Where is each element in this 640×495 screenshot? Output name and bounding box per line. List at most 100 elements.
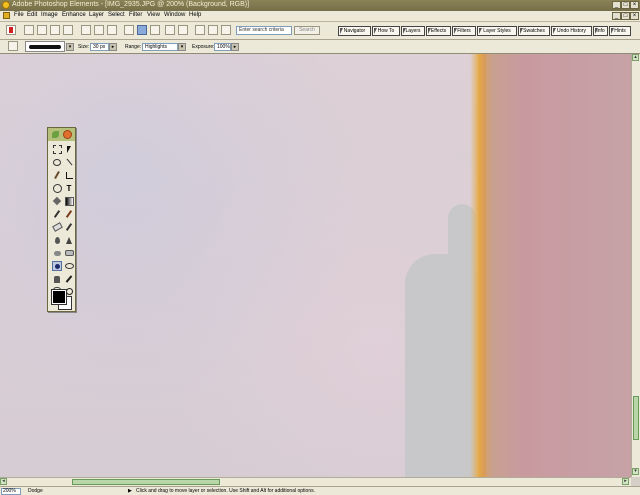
exposure-input[interactable]: 100% xyxy=(214,43,231,51)
horizontal-scroll-thumb[interactable] xyxy=(72,479,220,485)
foreground-color-swatch[interactable] xyxy=(52,290,66,304)
menu-help[interactable]: Help xyxy=(189,12,201,18)
save-icon[interactable] xyxy=(81,25,91,35)
burn-tool-icon[interactable] xyxy=(64,261,74,271)
zoom-input[interactable]: 200% xyxy=(1,488,21,495)
color-swatches xyxy=(50,288,72,310)
leaf-icon xyxy=(52,131,59,138)
tab-undo-history[interactable]: Undo History xyxy=(551,26,592,36)
palette-well-icon[interactable] xyxy=(221,25,231,35)
toolbox: T xyxy=(47,127,76,312)
scroll-up-icon[interactable]: ▴ xyxy=(632,54,639,61)
menu-window[interactable]: Window xyxy=(164,12,185,18)
tab-layer-styles[interactable]: Layer Styles xyxy=(477,26,517,36)
edge-highlight xyxy=(470,54,486,477)
gray-shape-body xyxy=(405,254,477,477)
exposure-label: Exposure: xyxy=(192,44,215,50)
menu-file[interactable]: File xyxy=(14,12,24,18)
tab-hints[interactable]: Hints xyxy=(609,26,631,36)
status-tool-name: Dodge xyxy=(28,488,43,494)
eyedropper-icon[interactable] xyxy=(64,274,74,284)
type-tool-icon[interactable]: T xyxy=(64,183,74,193)
import-icon[interactable] xyxy=(63,25,73,35)
red-eye-brush-icon[interactable] xyxy=(64,222,74,232)
menu-edit[interactable]: Edit xyxy=(27,12,37,18)
size-slider-icon[interactable]: ▸ xyxy=(109,43,117,51)
tab-how-to[interactable]: How To xyxy=(372,26,400,36)
print-icon[interactable] xyxy=(94,25,104,35)
save-web-icon[interactable] xyxy=(137,25,147,35)
close-icon[interactable]: × xyxy=(630,1,639,9)
doc-close-icon[interactable]: × xyxy=(630,12,639,20)
blur-tool-icon[interactable] xyxy=(52,235,62,245)
crop-tool-icon[interactable] xyxy=(64,170,74,180)
sharpen-tool-icon[interactable] xyxy=(64,235,74,245)
shape-tool-icon[interactable] xyxy=(52,183,62,193)
search-button[interactable]: Search xyxy=(294,26,320,35)
menu-filter[interactable]: Filter xyxy=(129,12,142,18)
vertical-scrollbar[interactable]: ▴ ▾ xyxy=(631,54,640,477)
exposure-slider-icon[interactable]: ▸ xyxy=(231,43,239,51)
tab-navigator[interactable]: Navigator xyxy=(338,26,371,36)
tab-filters[interactable]: Filters xyxy=(452,26,476,36)
adobe-logo-icon[interactable] xyxy=(6,25,16,35)
search-input[interactable]: Enter search criteria xyxy=(236,26,292,35)
brush-dropdown-icon[interactable]: ▾ xyxy=(66,43,74,51)
selection-brush-icon[interactable] xyxy=(52,170,62,180)
menu-view[interactable]: View xyxy=(147,12,160,18)
tab-swatches[interactable]: Swatches xyxy=(518,26,550,36)
online-services-icon[interactable] xyxy=(150,25,160,35)
menu-image[interactable]: Image xyxy=(41,12,58,18)
sponge-tool-icon[interactable] xyxy=(52,248,62,258)
minimize-icon[interactable]: _ xyxy=(612,1,621,9)
browse-icon[interactable] xyxy=(50,25,60,35)
step-forward-icon[interactable] xyxy=(178,25,188,35)
doc-minimize-icon[interactable]: _ xyxy=(612,12,621,20)
new-icon[interactable] xyxy=(24,25,34,35)
vertical-scroll-thumb[interactable] xyxy=(633,396,639,440)
clone-stamp-icon[interactable] xyxy=(52,274,62,284)
paint-bucket-icon[interactable] xyxy=(52,196,62,206)
tab-info[interactable]: Info xyxy=(593,26,608,36)
move-tool-icon[interactable] xyxy=(64,144,74,154)
size-input[interactable]: 30 px xyxy=(90,43,109,51)
document-icon[interactable] xyxy=(3,12,10,19)
scroll-right-icon[interactable]: ▸ xyxy=(622,478,629,485)
menu-select[interactable]: Select xyxy=(108,12,125,18)
step-backward-icon[interactable] xyxy=(165,25,175,35)
gradient-tool-icon[interactable] xyxy=(64,196,74,206)
attach-email-icon[interactable] xyxy=(124,25,134,35)
menu-bar: File Edit Image Enhance Layer Select Fil… xyxy=(0,11,640,22)
marquee-tool-icon[interactable] xyxy=(52,144,62,154)
open-icon[interactable] xyxy=(37,25,47,35)
quick-fix-icon[interactable] xyxy=(195,25,205,35)
image-canvas[interactable] xyxy=(0,54,631,477)
range-dropdown-icon[interactable]: ▾ xyxy=(178,43,186,51)
brush-preview[interactable] xyxy=(25,41,65,52)
print-preview-icon[interactable] xyxy=(107,25,117,35)
menu-layer[interactable]: Layer xyxy=(89,12,104,18)
menu-enhance[interactable]: Enhance xyxy=(62,12,86,18)
range-select[interactable]: Highlights xyxy=(142,43,178,51)
dodge-tool-icon[interactable] xyxy=(8,41,18,51)
app-icon[interactable] xyxy=(2,1,10,9)
smudge-tool-icon[interactable] xyxy=(64,248,74,258)
range-label: Range: xyxy=(125,44,142,50)
toolbox-header[interactable] xyxy=(48,128,75,141)
tab-layers[interactable]: Layers xyxy=(401,26,425,36)
lasso-tool-icon[interactable] xyxy=(52,157,62,167)
hand-icon[interactable] xyxy=(208,25,218,35)
eraser-tool-icon[interactable] xyxy=(51,222,63,232)
horizontal-scrollbar[interactable]: ◂ ▸ xyxy=(0,477,631,486)
scroll-left-icon[interactable]: ◂ xyxy=(0,478,7,485)
brush-tool-icon[interactable] xyxy=(52,209,62,219)
flower-icon xyxy=(63,130,72,139)
status-play-icon[interactable]: ▶ xyxy=(128,488,132,494)
doc-restore-icon[interactable]: □ xyxy=(621,12,630,20)
maximize-icon[interactable]: □ xyxy=(621,1,630,9)
tab-effects[interactable]: Effects xyxy=(426,26,451,36)
dodge-tool-icon[interactable] xyxy=(52,261,62,271)
pattern-stamp-icon[interactable] xyxy=(64,209,74,219)
scroll-down-icon[interactable]: ▾ xyxy=(632,468,639,475)
magic-wand-icon[interactable] xyxy=(64,157,74,167)
